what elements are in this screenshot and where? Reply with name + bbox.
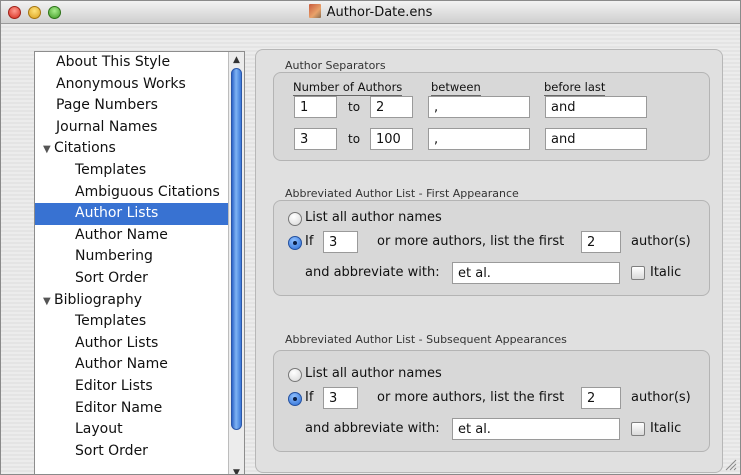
sidebar-item-label: Numbering bbox=[75, 248, 153, 265]
scroll-up-arrow-icon[interactable]: ▲ bbox=[229, 53, 244, 67]
separator-row2-before-last-field[interactable] bbox=[545, 128, 647, 150]
sidebar-item-journal-names[interactable]: Journal Names bbox=[35, 117, 228, 139]
sidebar-item-label: Author Lists bbox=[75, 205, 159, 222]
first-list-all-label[interactable]: List all author names bbox=[305, 210, 442, 225]
between-header: between bbox=[431, 80, 481, 96]
first-more-authors-label: or more authors, list the first bbox=[377, 234, 565, 249]
first-appearance-box: List all author names If or more authors… bbox=[273, 200, 710, 296]
disclosure-triangle-icon[interactable]: ▼ bbox=[43, 291, 54, 312]
subsequent-more-authors-label: or more authors, list the first bbox=[377, 390, 565, 405]
sidebar-item-page-numbers[interactable]: Page Numbers bbox=[35, 95, 228, 117]
style-editor-window: Author-Date.ens About This Style Anonymou… bbox=[0, 0, 741, 475]
sidebar-item-label: Sort Order bbox=[75, 442, 148, 459]
separator-row2-to-label: to bbox=[348, 132, 361, 146]
sidebar-item-numbering[interactable]: Numbering bbox=[35, 246, 228, 268]
sidebar-item-citations[interactable]: ▼ Citations bbox=[35, 138, 228, 160]
style-sections-list: About This Style Anonymous Works Page Numb… bbox=[34, 51, 245, 474]
sidebar-item-label: Citations bbox=[54, 140, 116, 157]
sidebar-item-templates[interactable]: Templates bbox=[35, 160, 228, 182]
subsequent-authors-suffix: author(s) bbox=[631, 390, 691, 405]
author-separators-box: Number of Authors between before last to… bbox=[273, 72, 710, 161]
sidebar-item-editor-name[interactable]: Editor Name bbox=[35, 398, 228, 420]
sidebar-item-ambiguous-citations[interactable]: Ambiguous Citations bbox=[35, 182, 228, 204]
separator-row1-to-label: to bbox=[348, 100, 361, 114]
sidebar-item-sort-order[interactable]: Sort Order bbox=[35, 268, 228, 290]
sidebar-item-anonymous-works[interactable]: Anonymous Works bbox=[35, 74, 228, 96]
subsequent-list-first-field[interactable] bbox=[581, 387, 621, 409]
first-italic-label[interactable]: Italic bbox=[650, 265, 681, 280]
author-lists-panel: Author Separators Number of Authors betw… bbox=[255, 49, 723, 473]
number-of-authors-header: Number of Authors bbox=[293, 80, 403, 96]
subsequent-list-all-radio[interactable] bbox=[288, 368, 302, 382]
sidebar-item-label: Author Name bbox=[75, 226, 168, 243]
first-italic-checkbox[interactable] bbox=[631, 266, 645, 280]
disclosure-triangle-icon[interactable]: ▼ bbox=[43, 139, 54, 160]
separator-row1-between-field[interactable] bbox=[428, 96, 530, 118]
sidebar-item-label: Journal Names bbox=[56, 118, 158, 135]
sidebar-scrollbar[interactable]: ▲ ▼ bbox=[228, 52, 244, 474]
sidebar-item-author-name[interactable]: Author Name bbox=[35, 354, 228, 376]
sidebar-item-label: Anonymous Works bbox=[56, 75, 186, 92]
subsequent-italic-label[interactable]: Italic bbox=[650, 421, 681, 436]
first-authors-suffix: author(s) bbox=[631, 234, 691, 249]
sidebar-item-templates[interactable]: Templates bbox=[35, 311, 228, 333]
sidebar-item-label: Author Name bbox=[75, 356, 168, 373]
sidebar-item-bibliography[interactable]: ▼ Bibliography bbox=[35, 290, 228, 312]
sidebar-item-label: About This Style bbox=[56, 54, 171, 70]
scroll-thumb[interactable] bbox=[231, 68, 242, 430]
subsequent-appearances-box: List all author names If or more authors… bbox=[273, 350, 710, 452]
first-if-radio[interactable] bbox=[288, 236, 302, 250]
subsequent-if-radio[interactable] bbox=[288, 392, 302, 406]
sidebar-item-label: Editor Name bbox=[75, 399, 163, 416]
separator-row1-to-field[interactable] bbox=[370, 96, 413, 118]
first-abbreviate-field[interactable] bbox=[452, 262, 620, 284]
first-if-count-field[interactable] bbox=[323, 231, 358, 253]
subsequent-if-label[interactable]: If bbox=[305, 390, 313, 405]
first-list-all-radio[interactable] bbox=[288, 212, 302, 226]
sidebar-item-label: Sort Order bbox=[75, 269, 148, 286]
subsequent-italic-checkbox[interactable] bbox=[631, 422, 645, 436]
first-appearance-title: Abbreviated Author List - First Appearan… bbox=[285, 187, 519, 200]
sidebar-item-author-name[interactable]: Author Name bbox=[35, 225, 228, 247]
sidebar-item-label: Page Numbers bbox=[56, 97, 158, 114]
separator-row1-from-field[interactable] bbox=[294, 96, 337, 118]
sidebar-item-label: Templates bbox=[75, 161, 147, 178]
separator-row2-between-field[interactable] bbox=[428, 128, 530, 150]
first-if-label[interactable]: If bbox=[305, 234, 313, 249]
subsequent-appearances-title: Abbreviated Author List - Subsequent App… bbox=[285, 333, 567, 346]
author-separators-title: Author Separators bbox=[285, 59, 386, 72]
sidebar-item-author-lists[interactable]: Author Lists bbox=[35, 203, 228, 225]
first-list-first-field[interactable] bbox=[581, 231, 621, 253]
sidebar-item-label: Templates bbox=[75, 313, 147, 330]
sidebar-item-about-this-style[interactable]: About This Style bbox=[35, 52, 228, 74]
window-content: About This Style Anonymous Works Page Numb… bbox=[1, 24, 740, 474]
subsequent-list-all-label[interactable]: List all author names bbox=[305, 366, 442, 381]
title-bar[interactable]: Author-Date.ens bbox=[1, 1, 740, 24]
separator-row2-from-field[interactable] bbox=[294, 128, 337, 150]
window-title: Author-Date.ens bbox=[326, 5, 433, 20]
scroll-down-arrow-icon[interactable]: ▼ bbox=[229, 466, 244, 474]
separator-row2-to-field[interactable] bbox=[370, 128, 413, 150]
sidebar-item-sort-order[interactable]: Sort Order bbox=[35, 441, 228, 463]
separator-row1-before-last-field[interactable] bbox=[545, 96, 647, 118]
sidebar-item-label: Editor Lists bbox=[75, 377, 153, 394]
document-icon bbox=[308, 4, 321, 18]
subsequent-abbreviate-field[interactable] bbox=[452, 418, 620, 440]
sidebar-item-label: Author Lists bbox=[75, 334, 159, 351]
before-last-header: before last bbox=[544, 80, 606, 96]
sidebar-item-author-lists[interactable]: Author Lists bbox=[35, 333, 228, 355]
subsequent-abbreviate-label: and abbreviate with: bbox=[305, 421, 440, 436]
sidebar-item-label: Bibliography bbox=[54, 291, 142, 308]
sidebar-item-layout[interactable]: Layout bbox=[35, 419, 228, 441]
sidebar-item-editor-lists[interactable]: Editor Lists bbox=[35, 376, 228, 398]
resize-grip-icon[interactable] bbox=[725, 459, 737, 471]
sidebar-item-label: Layout bbox=[75, 421, 123, 438]
sidebar-items: About This Style Anonymous Works Page Numb… bbox=[35, 52, 228, 462]
subsequent-if-count-field[interactable] bbox=[323, 387, 358, 409]
window-title-group: Author-Date.ens bbox=[1, 4, 740, 20]
first-abbreviate-label: and abbreviate with: bbox=[305, 265, 440, 280]
sidebar-item-label: Ambiguous Citations bbox=[75, 183, 220, 200]
